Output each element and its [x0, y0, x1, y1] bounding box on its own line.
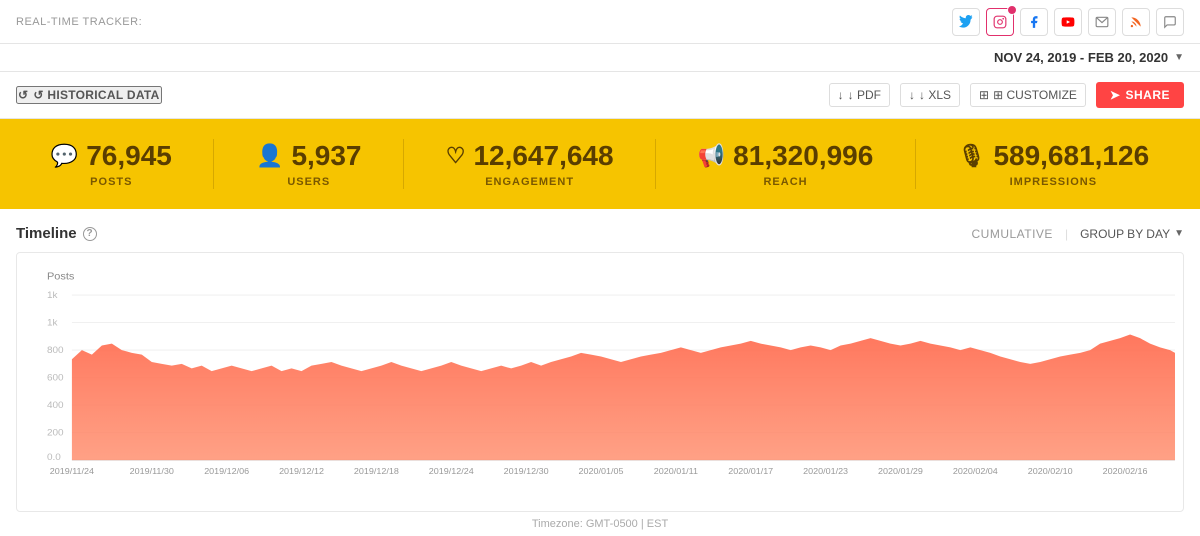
reach-icon: 📢: [698, 143, 725, 169]
chat-icon[interactable]: [1156, 8, 1184, 36]
cumulative-button[interactable]: CUMULATIVE: [971, 227, 1052, 241]
rss-icon[interactable]: [1122, 8, 1150, 36]
youtube-icon[interactable]: [1054, 8, 1082, 36]
svg-text:0.0: 0.0: [47, 452, 61, 463]
stat-impressions: 🎙 589,681,126 IMPRESSIONS: [958, 140, 1150, 188]
stat-divider-1: [213, 139, 214, 189]
svg-text:2020/01/11: 2020/01/11: [654, 466, 698, 476]
svg-text:2019/12/30: 2019/12/30: [504, 466, 549, 476]
date-range-text: NOV 24, 2019 - FEB 20, 2020: [994, 50, 1168, 65]
pdf-icon: ↓: [838, 88, 844, 102]
toolbar-row: ↺ ↺ HISTORICAL DATA ↓ ↓ PDF ↓ ↓ XLS ⊞ ⊞ …: [0, 72, 1200, 119]
svg-text:Posts: Posts: [47, 271, 74, 282]
timeline-header: Timeline ? CUMULATIVE | GROUP BY DAY ▼: [16, 225, 1184, 242]
svg-text:2020/01/05: 2020/01/05: [579, 466, 624, 476]
top-bar: REAL-TIME TRACKER:: [0, 0, 1200, 44]
pdf-button[interactable]: ↓ ↓ PDF: [829, 83, 890, 107]
posts-icon: 💬: [51, 143, 78, 169]
timeline-controls: CUMULATIVE | GROUP BY DAY ▼: [971, 227, 1184, 241]
svg-text:400: 400: [47, 400, 64, 411]
toolbar-actions: ↓ ↓ PDF ↓ ↓ XLS ⊞ ⊞ CUSTOMIZE ➤ SHARE: [829, 82, 1184, 108]
svg-text:2020/01/17: 2020/01/17: [728, 466, 773, 476]
xls-icon: ↓: [909, 88, 915, 102]
svg-text:2020/01/23: 2020/01/23: [803, 466, 848, 476]
timeline-chart: Posts 1k 1k 800 600 400 200 0.0: [17, 263, 1183, 483]
instagram-icon[interactable]: [986, 8, 1014, 36]
stat-impressions-value: 🎙 589,681,126: [958, 140, 1150, 172]
stat-reach-value: 📢 81,320,996: [698, 140, 874, 172]
svg-text:2020/01/29: 2020/01/29: [878, 466, 923, 476]
realtime-label: REAL-TIME TRACKER:: [16, 16, 142, 28]
control-divider: |: [1065, 227, 1068, 241]
customize-icon: ⊞: [979, 88, 989, 102]
date-row: NOV 24, 2019 - FEB 20, 2020 ▼: [0, 44, 1200, 72]
date-range-selector[interactable]: NOV 24, 2019 - FEB 20, 2020 ▼: [994, 50, 1184, 65]
stat-posts: 💬 76,945 POSTS: [51, 140, 172, 188]
chart-container: Posts 1k 1k 800 600 400 200 0.0: [16, 252, 1184, 512]
instagram-badge: [1007, 5, 1017, 15]
stat-divider-2: [403, 139, 404, 189]
share-button[interactable]: ➤ SHARE: [1096, 82, 1184, 108]
main-content: Timeline ? CUMULATIVE | GROUP BY DAY ▼ P…: [0, 209, 1200, 536]
svg-text:200: 200: [47, 428, 64, 439]
group-by-label: GROUP BY DAY: [1080, 227, 1170, 241]
customize-button[interactable]: ⊞ ⊞ CUSTOMIZE: [970, 83, 1086, 107]
stat-users-label: USERS: [287, 176, 330, 188]
impressions-icon: 🎙: [958, 143, 986, 169]
svg-text:2019/12/18: 2019/12/18: [354, 466, 399, 476]
historical-data-button[interactable]: ↺ ↺ HISTORICAL DATA: [16, 86, 162, 104]
engagement-icon: ♡: [446, 143, 466, 169]
users-icon: 👤: [256, 143, 283, 169]
stat-impressions-label: IMPRESSIONS: [1010, 176, 1097, 188]
timeline-info-icon[interactable]: ?: [83, 227, 97, 241]
timeline-title-group: Timeline ?: [16, 225, 97, 242]
pdf-label: ↓ PDF: [848, 88, 881, 102]
svg-text:2019/11/24: 2019/11/24: [50, 466, 94, 476]
svg-text:2019/12/24: 2019/12/24: [429, 466, 474, 476]
svg-text:1k: 1k: [47, 290, 58, 301]
svg-text:2019/12/12: 2019/12/12: [279, 466, 324, 476]
group-by-chevron-icon: ▼: [1174, 228, 1184, 239]
customize-label: ⊞ CUSTOMIZE: [993, 88, 1077, 102]
svg-text:2019/12/06: 2019/12/06: [204, 466, 249, 476]
twitter-icon[interactable]: [952, 8, 980, 36]
svg-text:2020/02/04: 2020/02/04: [953, 466, 998, 476]
stat-users: 👤 5,937 USERS: [256, 140, 361, 188]
stat-reach: 📢 81,320,996 REACH: [698, 140, 874, 188]
facebook-icon[interactable]: [1020, 8, 1048, 36]
social-icons-group: [952, 8, 1184, 36]
svg-text:1k: 1k: [47, 318, 58, 329]
group-by-select[interactable]: GROUP BY DAY ▼: [1080, 227, 1184, 241]
xls-button[interactable]: ↓ ↓ XLS: [900, 83, 960, 107]
svg-text:800: 800: [47, 345, 64, 356]
stat-engagement-label: ENGAGEMENT: [485, 176, 574, 188]
email-icon[interactable]: [1088, 8, 1116, 36]
stat-posts-label: POSTS: [90, 176, 132, 188]
chevron-down-icon: ▼: [1174, 52, 1184, 63]
stats-bar: 💬 76,945 POSTS 👤 5,937 USERS ♡ 12,647,64…: [0, 119, 1200, 209]
stat-divider-4: [915, 139, 916, 189]
stat-divider-3: [655, 139, 656, 189]
svg-text:2019/11/30: 2019/11/30: [130, 466, 174, 476]
stat-engagement-value: ♡ 12,647,648: [446, 140, 614, 172]
svg-text:2020/02/10: 2020/02/10: [1028, 466, 1073, 476]
stat-users-value: 👤 5,937: [256, 140, 361, 172]
timeline-title-text: Timeline: [16, 225, 77, 242]
xls-label: ↓ XLS: [919, 88, 951, 102]
stat-engagement: ♡ 12,647,648 ENGAGEMENT: [446, 140, 614, 188]
share-label: SHARE: [1125, 88, 1170, 102]
svg-text:2020/02/16: 2020/02/16: [1103, 466, 1148, 476]
historical-icon: ↺: [18, 88, 28, 102]
share-icon: ➤: [1110, 88, 1121, 102]
stat-posts-value: 💬 76,945: [51, 140, 172, 172]
stat-reach-label: REACH: [763, 176, 807, 188]
svg-text:600: 600: [47, 373, 64, 384]
historical-label: ↺ HISTORICAL DATA: [33, 88, 159, 102]
timezone-label: Timezone: GMT-0500 | EST: [16, 512, 1184, 536]
